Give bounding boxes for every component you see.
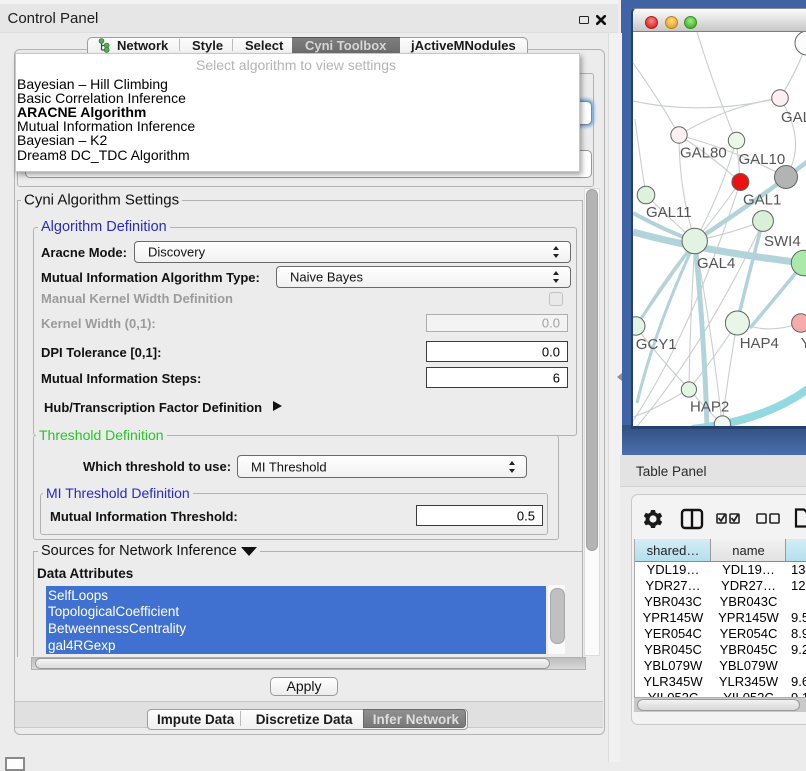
svg-text:HAP2: HAP2	[690, 399, 729, 416]
svg-text:GAL10: GAL10	[739, 151, 786, 168]
svg-text:GAL80: GAL80	[680, 145, 727, 162]
svg-text:GAL11: GAL11	[646, 204, 692, 221]
svg-text:SWI4: SWI4	[764, 233, 801, 250]
svg-text:GAL4: GAL4	[697, 255, 735, 272]
svg-text:GCY1: GCY1	[636, 336, 677, 353]
svg-text:HAP4: HAP4	[740, 335, 779, 352]
svg-text:GAL2: GAL2	[781, 109, 806, 126]
svg-text:GAL1: GAL1	[743, 192, 781, 209]
svg-text:YMR0: YMR0	[801, 335, 806, 352]
